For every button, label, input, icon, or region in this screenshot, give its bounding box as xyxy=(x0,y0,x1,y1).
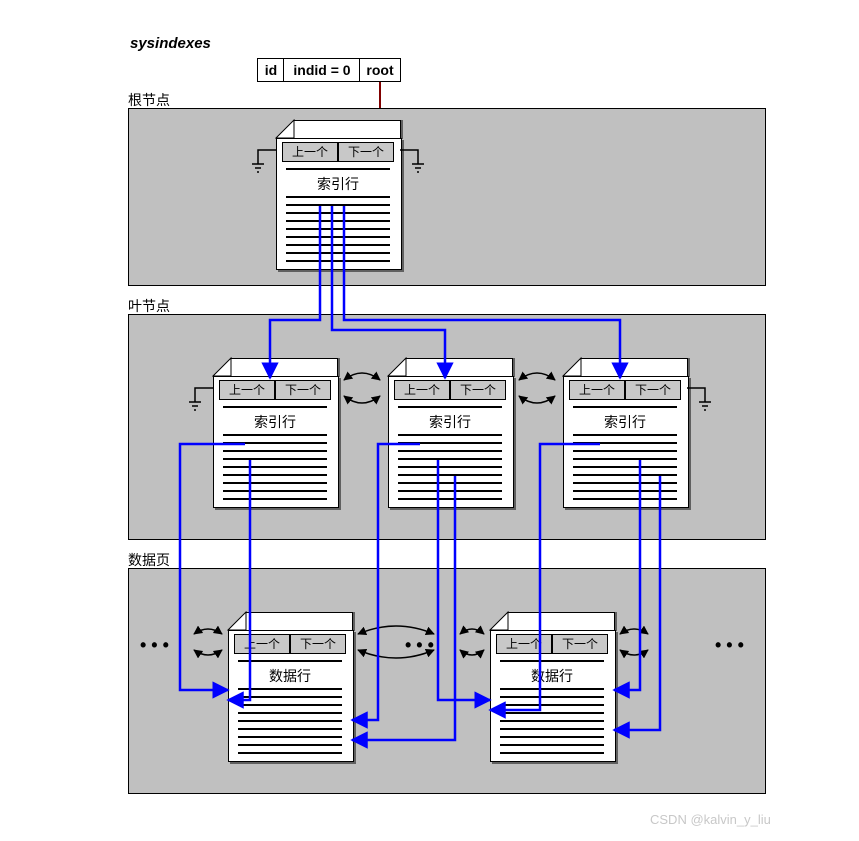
diagram-canvas: sysindexes id indid = 0 root 根节点 叶节点 数据页… xyxy=(0,0,859,841)
page-header-next: 下一个 xyxy=(625,380,681,400)
section-label-root: 根节点 xyxy=(128,90,170,110)
diagram-title: sysindexes xyxy=(130,35,211,52)
page-data-1: 上一个 下一个 数据行 xyxy=(228,612,352,760)
page-header-prev: 上一个 xyxy=(496,634,552,654)
watermark: CSDN @kalvin_y_liu xyxy=(650,812,771,827)
page-header-next: 下一个 xyxy=(275,380,331,400)
page-header-prev: 上一个 xyxy=(219,380,275,400)
page-data-2: 上一个 下一个 数据行 xyxy=(490,612,614,760)
cell-id: id xyxy=(257,58,285,82)
page-root: 上一个 下一个 索引行 xyxy=(276,120,400,268)
ellipsis-icon: • • • xyxy=(715,635,744,656)
panel-data xyxy=(128,568,766,794)
cell-root: root xyxy=(359,58,401,82)
page-header-next: 下一个 xyxy=(450,380,506,400)
ellipsis-icon: • • • xyxy=(405,635,434,656)
page-leaf-2: 上一个 下一个 索引行 xyxy=(388,358,512,506)
cell-indid: indid = 0 xyxy=(283,58,361,82)
page-content-label: 数据行 xyxy=(228,666,352,686)
page-content-label: 索引行 xyxy=(276,174,400,194)
page-leaf-1: 上一个 下一个 索引行 xyxy=(213,358,337,506)
page-header-next: 下一个 xyxy=(552,634,608,654)
page-header-prev: 上一个 xyxy=(569,380,625,400)
section-label-leaf: 叶节点 xyxy=(128,296,170,316)
page-content-label: 数据行 xyxy=(490,666,614,686)
page-header-next: 下一个 xyxy=(338,142,394,162)
page-header-prev: 上一个 xyxy=(234,634,290,654)
section-label-data: 数据页 xyxy=(128,550,170,570)
page-leaf-3: 上一个 下一个 索引行 xyxy=(563,358,687,506)
page-content-label: 索引行 xyxy=(563,412,687,432)
page-header-next: 下一个 xyxy=(290,634,346,654)
page-content-label: 索引行 xyxy=(213,412,337,432)
ellipsis-icon: • • • xyxy=(140,635,169,656)
panel-root xyxy=(128,108,766,286)
page-header-prev: 上一个 xyxy=(394,380,450,400)
page-content-label: 索引行 xyxy=(388,412,512,432)
page-header-prev: 上一个 xyxy=(282,142,338,162)
